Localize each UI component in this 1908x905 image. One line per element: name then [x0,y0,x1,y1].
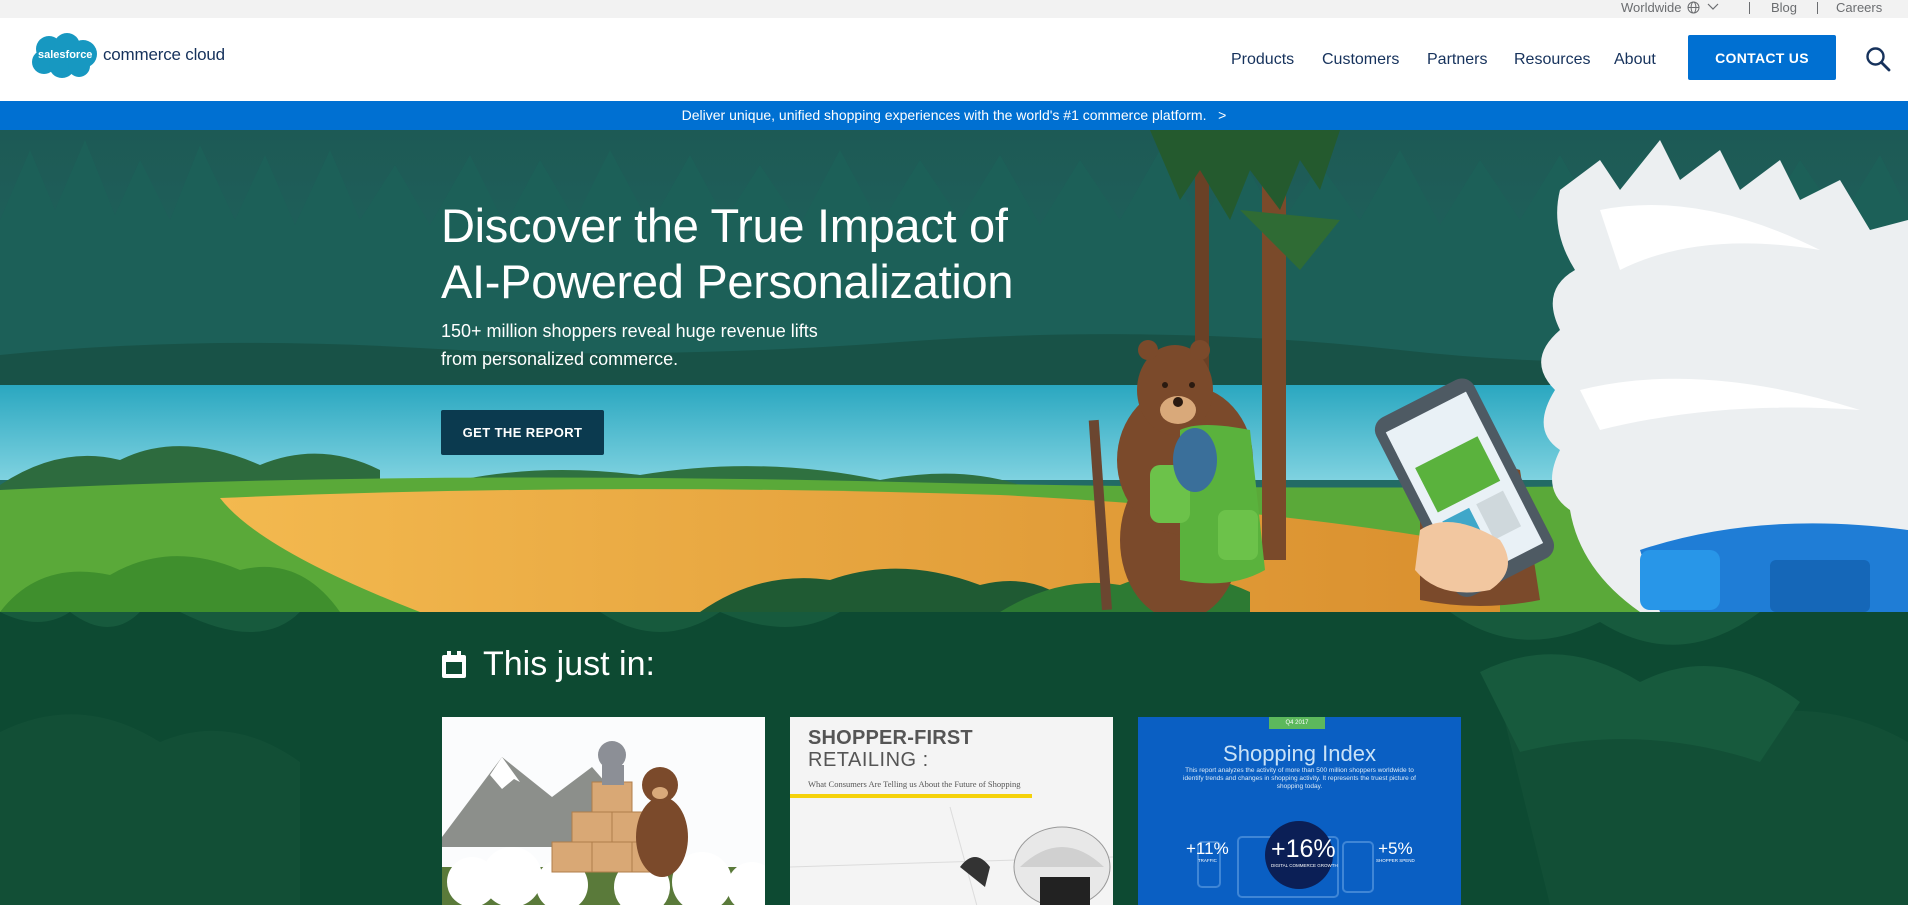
news-card-shopping-index[interactable]: Q4 2017 Shopping Index This report analy… [1138,717,1461,905]
card-3-description: This report analyzes the activity of mor… [1183,767,1416,790]
stat-spend-value: +5% [1378,839,1413,858]
news-card-shopper-first[interactable]: SHOPPER-FIRST RETAILING : What Consumers… [790,717,1113,905]
announcement-bar[interactable]: Deliver unique, unified shopping experie… [0,101,1908,130]
card-2-title-line-1: SHOPPER-FIRST [808,727,973,749]
stat-growth-value: +16% [1271,835,1336,863]
announcement-arrow[interactable]: > [1218,107,1226,123]
news-card-illustration[interactable] [442,717,765,905]
worldwide-selector[interactable]: Worldwide [1621,0,1719,15]
news-heading: This just in: [441,645,655,684]
news-heading-text: This just in: [483,645,655,683]
stat-shopper-spend: +5% SHOPPER SPEND [1376,839,1415,863]
salesforce-commerce-cloud-logo[interactable]: salesforce commerce cloud [30,32,240,82]
card-2-title-line-2: RETAILING : [808,749,929,771]
nav-resources[interactable]: Resources [1514,51,1590,69]
get-the-report-button[interactable]: GET THE REPORT [441,410,604,455]
stat-growth-label: DIGITAL COMMERCE GROWTH [1271,863,1338,868]
main-header: salesforce commerce cloud Products Custo… [0,18,1908,101]
nav-products[interactable]: Products [1231,51,1294,69]
utility-divider [1817,2,1818,14]
contact-us-button[interactable]: CONTACT US [1688,35,1836,80]
utility-bar: Worldwide Blog Careers [0,0,1908,18]
logo-product-text: commerce cloud [103,45,225,64]
stat-traffic: +11% TRAFFIC [1186,839,1229,863]
hero-subtitle-line-1: 150+ million shoppers reveal huge revenu… [441,321,818,341]
globe-icon [1687,1,1700,14]
stat-digital-commerce-growth: +16% DIGITAL COMMERCE GROWTH [1271,835,1338,868]
stat-spend-label: SHOPPER SPEND [1376,858,1415,863]
card-illustration-image [442,717,765,905]
nav-customers[interactable]: Customers [1322,51,1399,69]
card-3-title: Shopping Index [1223,741,1376,766]
stat-traffic-label: TRAFFIC [1197,858,1217,863]
nav-partners[interactable]: Partners [1427,51,1487,69]
chevron-down-icon [1707,3,1719,10]
blog-link[interactable]: Blog [1771,0,1797,15]
news-section: This just in: SHOPPER-FIRST RETAILING: … [0,612,1908,905]
hero-subtitle: 150+ million shoppers reveal huge revenu… [441,317,881,373]
hero-title-line-2: AI-Powered Personalization [441,255,1014,308]
nav-about[interactable]: About [1614,51,1656,69]
utility-divider [1749,2,1750,14]
card-3-label: Q4 2017 [1269,717,1325,729]
careers-link[interactable]: Careers [1836,0,1882,15]
announcement-text[interactable]: Deliver unique, unified shopping experie… [682,107,1207,123]
stat-traffic-value: +11% [1186,839,1229,858]
hero-banner: Discover the True Impact of AI-Powered P… [0,130,1908,612]
hero-title: Discover the True Impact of AI-Powered P… [441,198,1061,310]
logo-cloud-text: salesforce [38,49,93,61]
card-2-subtitle: What Consumers Are Telling us About the … [808,779,1021,789]
worldwide-label: Worldwide [1621,0,1682,15]
hero-title-line-1: Discover the True Impact of [441,199,1008,252]
calendar-icon [442,650,466,678]
hero-subtitle-line-2: from personalized commerce. [441,349,679,369]
search-icon[interactable] [1865,46,1891,72]
